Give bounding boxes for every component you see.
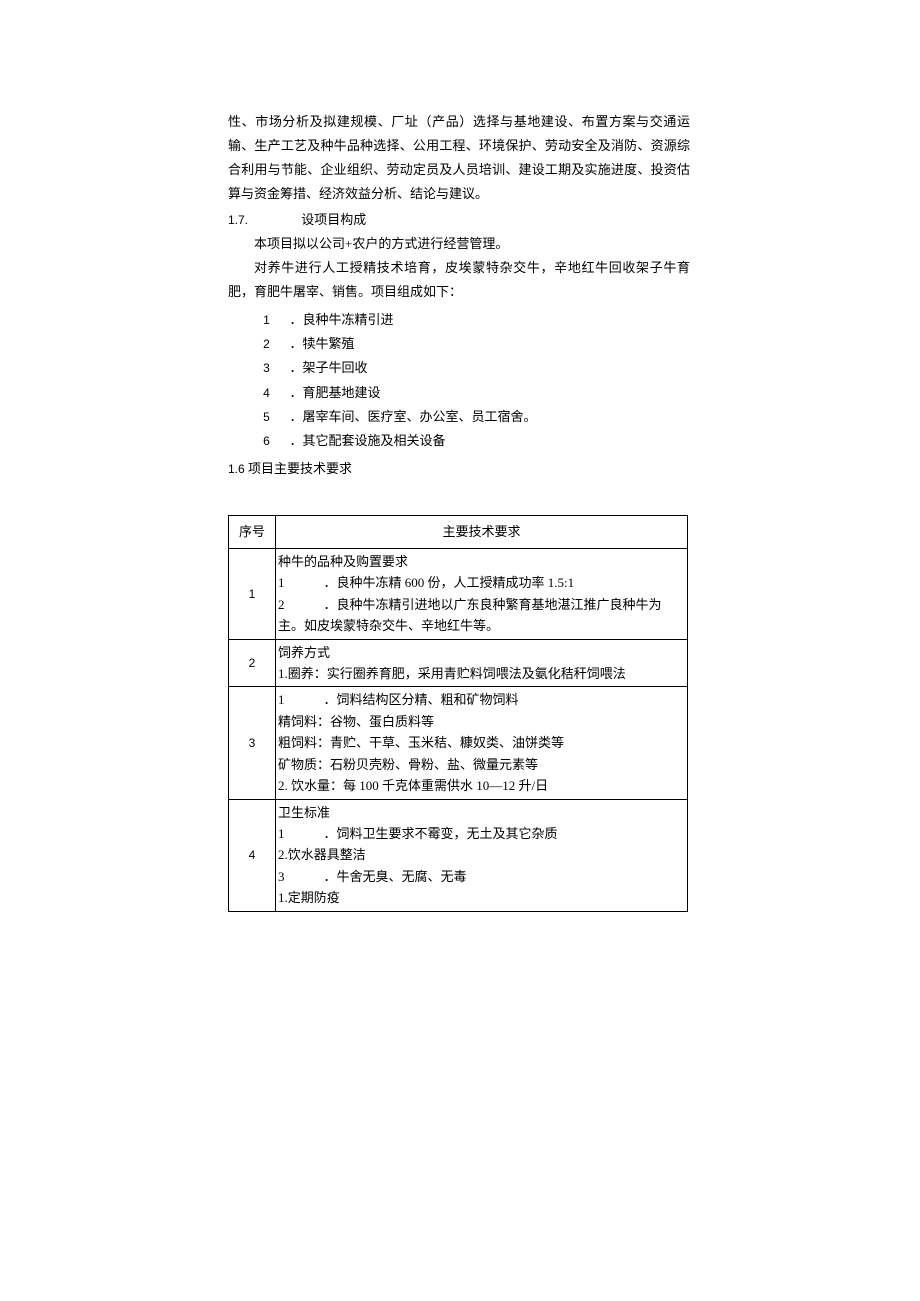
- section-1-7-p1: 本项目拟以公司+农户的方式进行经营管理。: [228, 232, 690, 256]
- list-num: 4: [263, 382, 289, 404]
- col-req: 主要技术要求: [276, 515, 688, 548]
- cell-content: 卫生标准 1 ．饲料卫生要求不霉变，无土及其它杂质 2.饮水器具整洁 3 ．牛舍…: [276, 799, 688, 911]
- cell-line: 1 ．饲料卫生要求不霉变，无土及其它杂质: [278, 823, 685, 844]
- table-header-row: 序号 主要技术要求: [229, 515, 688, 548]
- section-1-7-title: 设项目构成: [301, 212, 366, 227]
- cell-line: 卫生标准: [278, 802, 685, 823]
- list-text: ．其它配套设施及相关设备: [289, 433, 445, 448]
- list-item: 1．良种牛冻精引进: [228, 308, 690, 332]
- project-composition-list: 1．良种牛冻精引进 2．犊牛繁殖 3．架子牛回收 4．育肥基地建设 5．屠宰车间…: [228, 308, 690, 452]
- section-1-7-p2: 对养牛进行人工授精技术培育，皮埃蒙特杂交牛，辛地红牛回收架子牛育肥，育肥牛屠宰、…: [228, 256, 690, 304]
- col-seq: 序号: [229, 515, 276, 548]
- section-1-6-number: 1.6: [228, 462, 245, 476]
- cell-line: 1.定期防疫: [278, 887, 685, 908]
- document-page: 性、市场分析及拟建规模、厂址（产品）选择与基地建设、布置方案与交通运输、生产工艺…: [0, 0, 920, 1301]
- cell-line: 饲养方式: [278, 642, 685, 663]
- intro-paragraph: 性、市场分析及拟建规模、厂址（产品）选择与基地建设、布置方案与交通运输、生产工艺…: [228, 110, 690, 206]
- list-item: 4．育肥基地建设: [228, 381, 690, 405]
- list-text: ．良种牛冻精引进: [289, 312, 393, 327]
- table-row: 2 饲养方式 1.圈养：实行圈养育肥，采用青贮料饲喂法及氨化秸秆饲喂法: [229, 639, 688, 687]
- cell-line: 1.圈养：实行圈养育肥，采用青贮料饲喂法及氨化秸秆饲喂法: [278, 663, 685, 684]
- list-item: 3．架子牛回收: [228, 356, 690, 380]
- cell-line: 种牛的品种及购置要求: [278, 551, 685, 572]
- cell-line: 2 ．良种牛冻精引进地以广东良种繁育基地湛江推广良种牛为主。如皮埃蒙特杂交牛、辛…: [278, 594, 685, 637]
- list-text: ．屠宰车间、医疗室、办公室、员工宿舍。: [289, 409, 536, 424]
- list-text: ．架子牛回收: [289, 360, 367, 375]
- cell-line: 2. 饮水量：每 100 千克体重需供水 10—12 升/日: [278, 775, 685, 796]
- cell-seq: 4: [229, 799, 276, 911]
- section-1-6-header: 1.6 项目主要技术要求: [228, 457, 690, 481]
- section-1-6-title: 项目主要技术要求: [248, 461, 352, 476]
- table-row: 4 卫生标准 1 ．饲料卫生要求不霉变，无土及其它杂质 2.饮水器具整洁 3 ．…: [229, 799, 688, 911]
- section-1-7-number: 1.7.: [228, 209, 298, 231]
- list-item: 6．其它配套设施及相关设备: [228, 429, 690, 453]
- cell-line: 3 ．牛舍无臭、无腐、无毒: [278, 866, 685, 887]
- cell-line: 精饲料：谷物、蛋白质料等: [278, 711, 685, 732]
- list-num: 1: [263, 309, 289, 331]
- list-num: 6: [263, 430, 289, 452]
- list-text: ．犊牛繁殖: [289, 336, 354, 351]
- cell-line: 1 ．良种牛冻精 600 份，人工授精成功率 1.5:1: [278, 572, 685, 593]
- list-num: 2: [263, 333, 289, 355]
- section-1-7-header: 1.7. 设项目构成: [228, 208, 690, 232]
- list-num: 3: [263, 357, 289, 379]
- cell-line: 矿物质：石粉贝壳粉、骨粉、盐、微量元素等: [278, 754, 685, 775]
- list-text: ．育肥基地建设: [289, 385, 380, 400]
- list-num: 5: [263, 406, 289, 428]
- cell-line: 粗饲料：青贮、干草、玉米秸、糠奴类、油饼类等: [278, 732, 685, 753]
- cell-content: 1 ．饲料结构区分精、粗和矿物饲料 精饲料：谷物、蛋白质料等 粗饲料：青贮、干草…: [276, 687, 688, 799]
- cell-content: 饲养方式 1.圈养：实行圈养育肥，采用青贮料饲喂法及氨化秸秆饲喂法: [276, 639, 688, 687]
- table-row: 3 1 ．饲料结构区分精、粗和矿物饲料 精饲料：谷物、蛋白质料等 粗饲料：青贮、…: [229, 687, 688, 799]
- table-row: 1 种牛的品种及购置要求 1 ．良种牛冻精 600 份，人工授精成功率 1.5:…: [229, 548, 688, 639]
- list-item: 2．犊牛繁殖: [228, 332, 690, 356]
- tech-requirements-table: 序号 主要技术要求 1 种牛的品种及购置要求 1 ．良种牛冻精 600 份，人工…: [228, 515, 688, 912]
- cell-line: 2.饮水器具整洁: [278, 844, 685, 865]
- cell-content: 种牛的品种及购置要求 1 ．良种牛冻精 600 份，人工授精成功率 1.5:1 …: [276, 548, 688, 639]
- list-item: 5．屠宰车间、医疗室、办公室、员工宿舍。: [228, 405, 690, 429]
- cell-line: 1 ．饲料结构区分精、粗和矿物饲料: [278, 689, 685, 710]
- cell-seq: 1: [229, 548, 276, 639]
- cell-seq: 3: [229, 687, 276, 799]
- cell-seq: 2: [229, 639, 276, 687]
